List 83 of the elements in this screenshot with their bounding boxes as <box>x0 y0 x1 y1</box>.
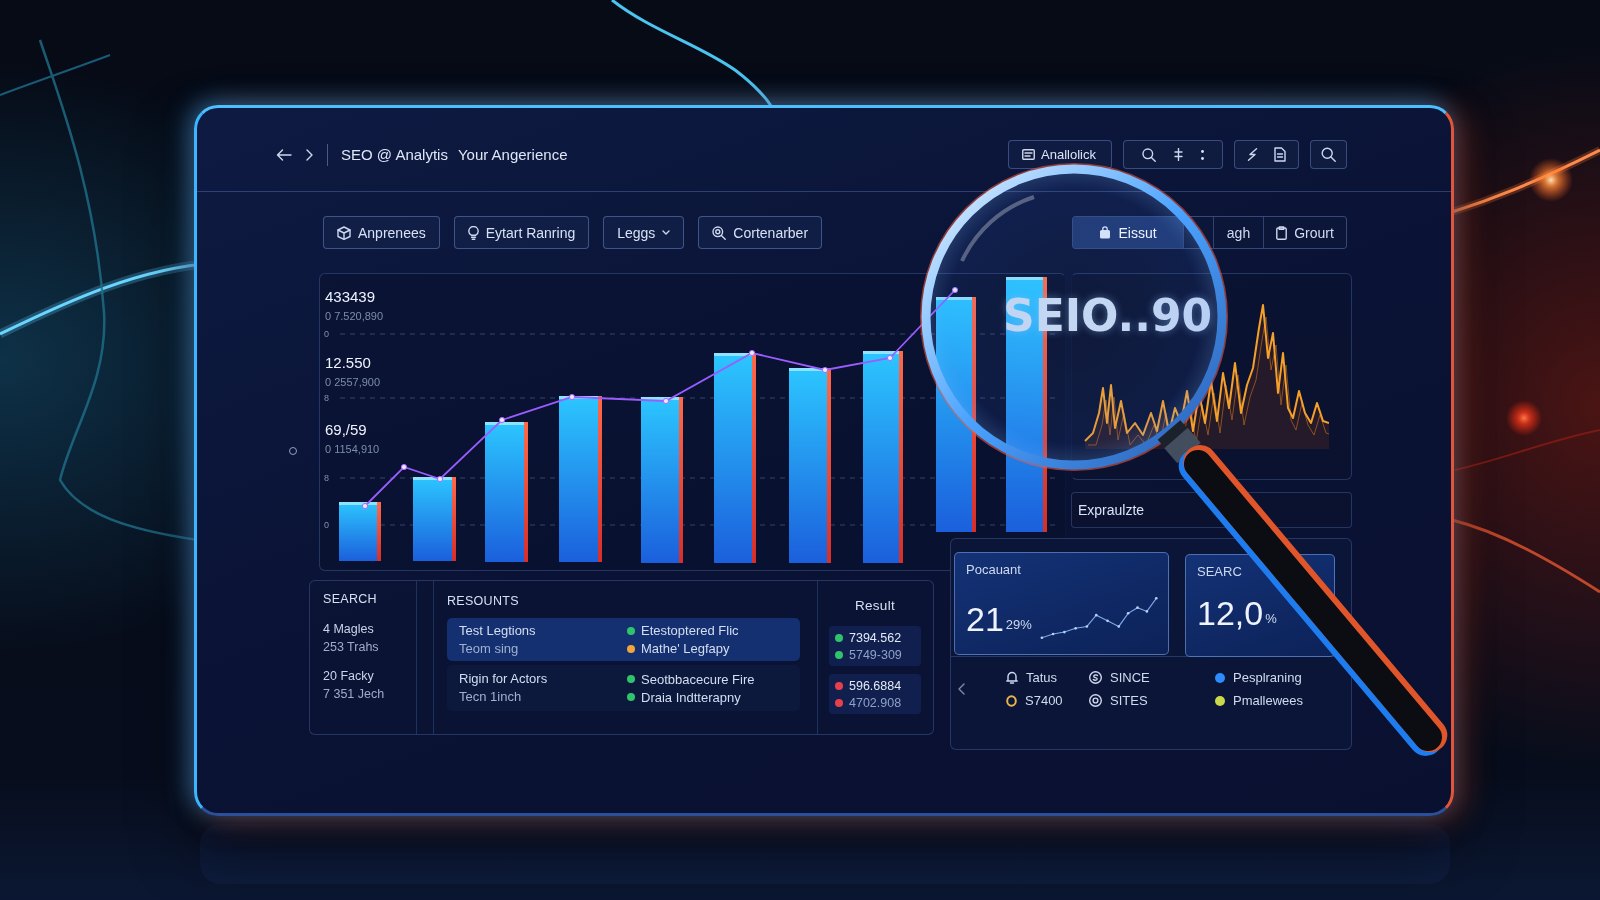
kpi-label: SEARC <box>1197 564 1243 579</box>
resource-row[interactable]: Test Legtions Teom sing Etestoptered Flic Mathe' Legfapy <box>447 618 800 661</box>
status-label: Draia Indtterapny <box>641 689 741 705</box>
card-icon <box>1022 149 1036 160</box>
column-header: SEARCH <box>323 592 378 606</box>
legend-label: S7400 <box>1025 693 1063 708</box>
chart-detail-label: 0 1154,910 <box>325 443 380 455</box>
gridline-label: 0 <box>324 329 329 339</box>
trend-point <box>748 349 756 357</box>
chart-value-label: 12.550 <box>325 354 371 371</box>
chart-bar <box>339 502 381 561</box>
target-icon <box>1089 694 1102 707</box>
coin-icon <box>1089 671 1102 684</box>
search-button[interactable] <box>1310 140 1347 169</box>
result-value: 5749-309 <box>849 647 902 662</box>
forward-chevron-icon[interactable] <box>306 148 313 161</box>
bell-icon <box>1006 671 1018 684</box>
trend-point <box>821 366 829 374</box>
legend-label: Pmallewees <box>1233 693 1304 708</box>
trend-point <box>498 416 506 424</box>
trend-point <box>886 354 894 362</box>
gridline-label: 0 <box>324 520 329 530</box>
column-header: Result <box>853 598 897 613</box>
cube-icon <box>337 225 351 240</box>
segment-tab[interactable]: Grourt <box>1263 217 1346 248</box>
resource-name: Teom sing <box>459 639 520 658</box>
search-icon <box>1321 147 1336 162</box>
result-value: 7394.562 <box>849 630 902 645</box>
legend-label: Pesplraning <box>1233 670 1302 685</box>
trend-point <box>568 393 576 401</box>
kpi-unit: 29% <box>1005 617 1032 632</box>
chart-value-label: 433439 <box>325 288 376 305</box>
resource-name: Rigin for Actors <box>459 670 549 688</box>
trend-point <box>400 463 408 471</box>
clipboard-icon <box>1276 225 1288 240</box>
gridline-label: 8 <box>324 393 329 403</box>
search-icon[interactable] <box>1142 147 1156 162</box>
header-button[interactable]: Anallolick <box>1008 140 1112 169</box>
toolbar-button[interactable]: Leggs <box>603 216 685 249</box>
toolbar-button[interactable]: Anprenees <box>323 216 440 249</box>
resource-row[interactable]: Rigin for Actors Tecn 1inch Seotbbacecure Fire Draia Indtterapny <box>447 665 800 711</box>
gridline-label: 8 <box>324 473 329 483</box>
back-arrow-icon[interactable] <box>276 148 292 161</box>
chart-value-label: 69,/59 <box>325 421 367 438</box>
toolbar-button[interactable]: Cortenarber <box>698 216 823 249</box>
page-title: SEO @ Analytis <box>341 146 448 163</box>
trend-point <box>662 397 670 405</box>
bulb-icon <box>467 225 479 240</box>
result-value: 4702.908 <box>849 695 902 710</box>
more-icon[interactable] <box>1201 149 1204 160</box>
legend-label: SINCE <box>1110 670 1150 685</box>
document-icon[interactable] <box>1274 147 1286 162</box>
chart-detail-label: 0 7.520,890 <box>325 310 384 322</box>
kpi-value: 21 <box>966 601 1004 637</box>
kpi-value: 12,0 <box>1197 595 1264 631</box>
kpi-unit: % <box>1265 611 1277 626</box>
toolbar-button[interactable]: Eytart Ranring <box>453 216 590 249</box>
result-value: 596.6884 <box>849 678 902 693</box>
column-header: RESOUNTS <box>447 594 520 608</box>
legend-label: SITES <box>1110 693 1148 708</box>
expand-panel[interactable]: Expraulzte <box>1071 492 1352 528</box>
lightning-icon[interactable] <box>1247 148 1258 161</box>
search-entry-text: 7 351 Jech <box>323 686 386 703</box>
caret-icon <box>662 230 671 235</box>
search-icon <box>712 225 727 240</box>
chart-detail-label: 0 2557,900 <box>325 376 381 388</box>
status-label: Etestoptered Flic <box>641 623 739 638</box>
search-entry-text: 20 Facky <box>323 668 375 685</box>
search-entry-text: 4 Magles <box>323 621 375 638</box>
legend-label: Tatus <box>1026 670 1058 685</box>
chevron-left-icon[interactable] <box>958 683 965 695</box>
ring-icon <box>1006 694 1017 707</box>
panel-label: Expraulzte <box>1078 502 1145 518</box>
status-label: Mathe' Legfapy <box>641 641 730 656</box>
trend-point <box>436 475 444 483</box>
resource-name: Test Legtions <box>459 621 537 640</box>
kpi-label: Pocauant <box>966 562 1022 577</box>
search-entry-text: 253 Trahs <box>323 639 380 656</box>
page-subtitle: Your Angerience <box>457 146 568 163</box>
status-label: Seotbbacecure Fire <box>641 671 755 687</box>
double-dagger-icon[interactable] <box>1174 148 1183 161</box>
resource-name: Tecn 1inch <box>459 688 523 706</box>
trend-point <box>361 502 369 510</box>
